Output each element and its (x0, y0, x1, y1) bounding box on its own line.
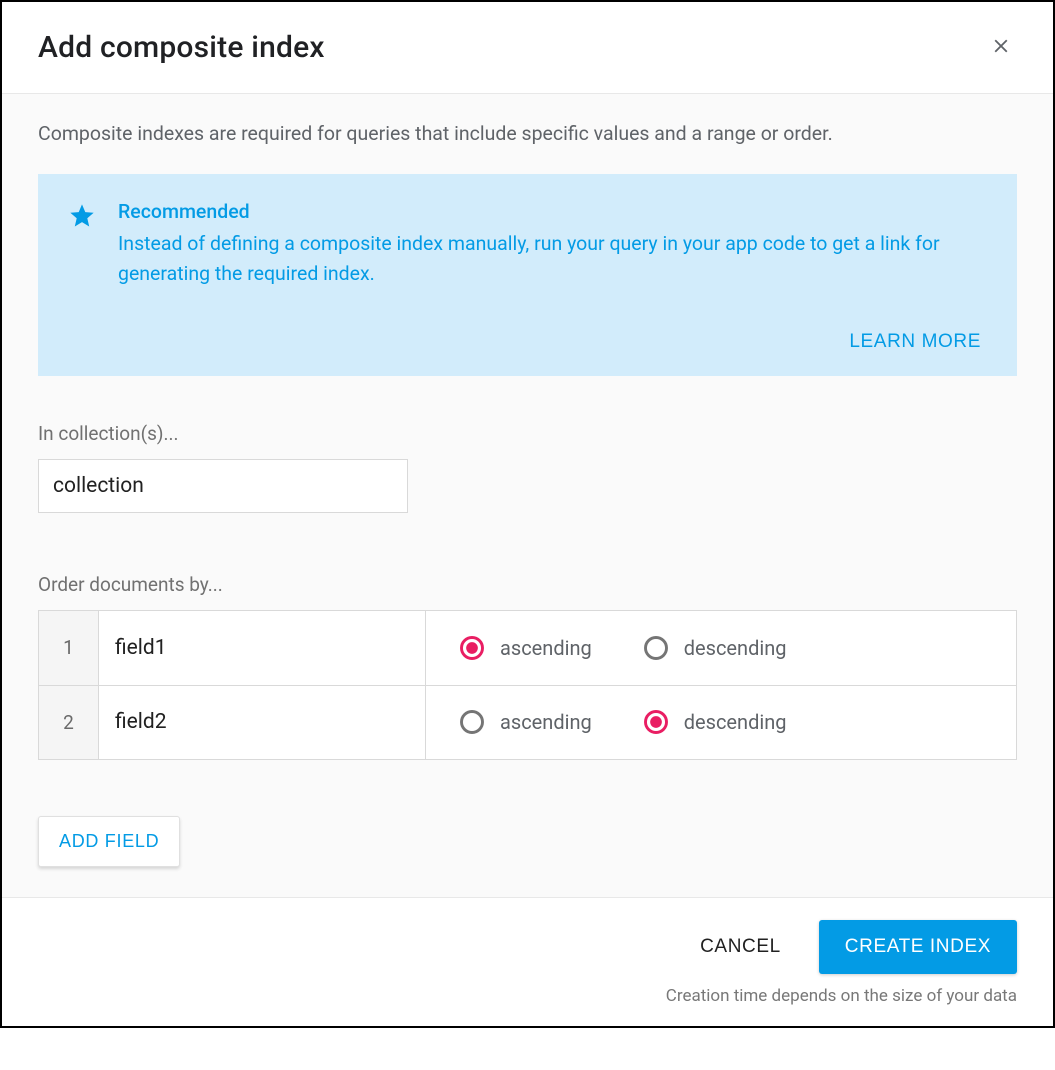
close-icon (990, 35, 1012, 60)
radio-label: descending (684, 636, 787, 660)
recommendation-body: Instead of defining a composite index ma… (118, 229, 987, 288)
star-icon (68, 202, 96, 288)
field-name-input[interactable] (99, 710, 425, 734)
recommendation-title: Recommended (118, 200, 987, 223)
footer-note: Creation time depends on the size of you… (38, 986, 1017, 1006)
radio-checked-icon (642, 708, 670, 736)
radio-label: ascending (500, 636, 592, 660)
radio-label: descending (684, 710, 787, 734)
learn-more-button[interactable]: LEARN MORE (843, 330, 987, 354)
radio-label: ascending (500, 710, 592, 734)
field-name-input[interactable] (99, 636, 425, 660)
order-section: Order documents by... 1 ascending (38, 573, 1017, 867)
close-button[interactable] (985, 32, 1017, 64)
dialog-footer: CANCEL CREATE INDEX Creation time depend… (2, 897, 1053, 1026)
add-field-button[interactable]: ADD FIELD (38, 816, 180, 867)
create-index-button[interactable]: CREATE INDEX (819, 920, 1017, 974)
radio-checked-icon (458, 634, 486, 662)
order-label: Order documents by... (38, 573, 1017, 596)
collection-section: In collection(s)... (38, 422, 1017, 513)
fields-table: 1 ascending descending (38, 610, 1017, 760)
descending-radio[interactable]: descending (642, 634, 787, 662)
add-composite-index-dialog: Add composite index Composite indexes ar… (0, 0, 1055, 1028)
dialog-description: Composite indexes are required for queri… (38, 120, 1017, 148)
field-row: 1 ascending descending (39, 611, 1016, 685)
collection-input[interactable] (38, 459, 408, 513)
collection-label: In collection(s)... (38, 422, 1017, 445)
radio-unchecked-icon (458, 708, 486, 736)
recommendation-box: Recommended Instead of defining a compos… (38, 174, 1017, 376)
row-index: 2 (39, 686, 99, 759)
ascending-radio[interactable]: ascending (458, 708, 592, 736)
cancel-button[interactable]: CANCEL (690, 922, 791, 972)
descending-radio[interactable]: descending (642, 708, 787, 736)
dialog-body: Composite indexes are required for queri… (2, 94, 1053, 897)
dialog-title: Add composite index (38, 30, 325, 65)
dialog-header: Add composite index (2, 2, 1053, 94)
ascending-radio[interactable]: ascending (458, 634, 592, 662)
field-row: 2 ascending descending (39, 685, 1016, 759)
radio-unchecked-icon (642, 634, 670, 662)
row-index: 1 (39, 611, 99, 685)
